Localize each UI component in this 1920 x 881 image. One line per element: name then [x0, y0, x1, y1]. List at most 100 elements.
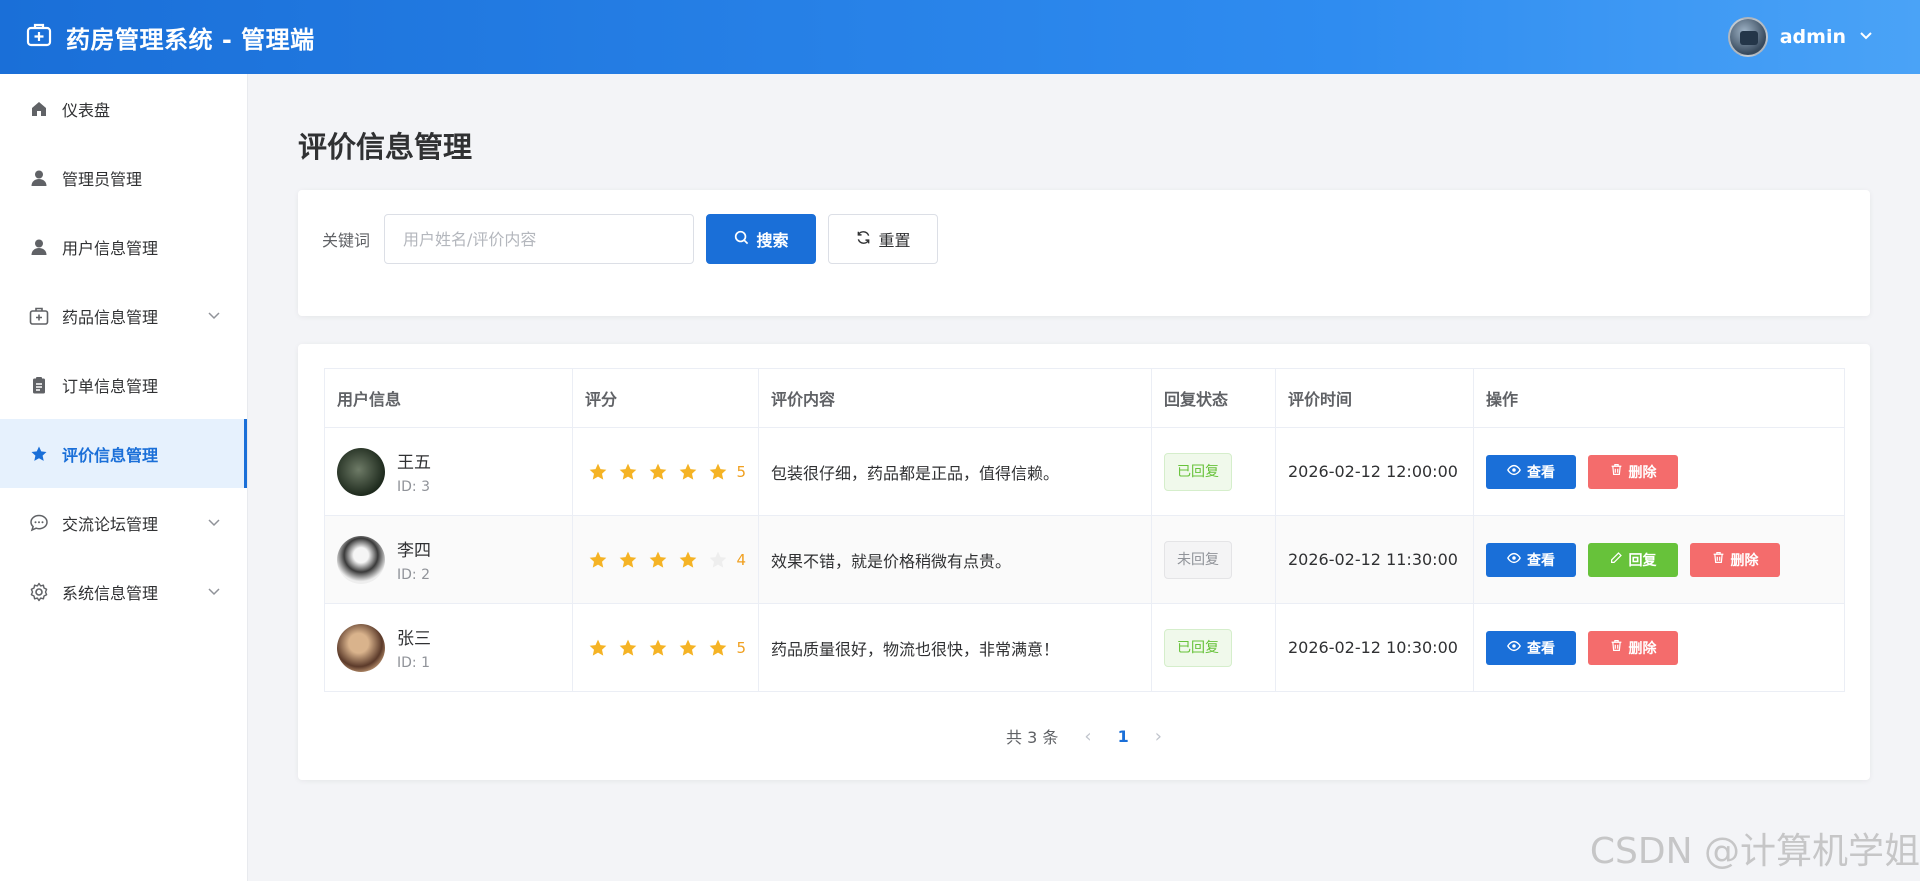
prev-page-icon[interactable]: ‹ — [1084, 726, 1091, 747]
user-name: 李四 — [397, 541, 431, 561]
avatar[interactable] — [1727, 17, 1768, 57]
sidebar-item-reviews[interactable]: 评价信息管理 — [0, 419, 247, 488]
brand: 药房管理系统 - 管理端 — [26, 20, 315, 55]
sidebar-item-orders[interactable]: 订单信息管理 — [0, 350, 247, 419]
review-content: 效果不错，就是价格稍微有点贵。 — [758, 515, 1152, 604]
rating-stars: 5 — [585, 635, 746, 661]
reply-button-label: 回复 — [1628, 552, 1657, 569]
eye-icon — [1507, 463, 1521, 481]
clipboard-icon — [28, 374, 50, 396]
sidebar-item-label: 仪表盘 — [62, 100, 111, 120]
medkit-icon — [26, 22, 52, 52]
rating-stars: 5 — [585, 459, 746, 485]
user-name: 张三 — [397, 629, 431, 649]
trash-icon — [1712, 551, 1725, 568]
review-time: 2026-02-12 12:00:00 — [1275, 427, 1474, 516]
pagination-total: 共 3 条 — [1006, 728, 1059, 747]
delete-button[interactable]: 删除 — [1588, 454, 1678, 489]
column-header: 评分 — [572, 368, 759, 428]
sidebar-item-label: 系统信息管理 — [62, 583, 159, 603]
user-id: ID: 1 — [397, 655, 430, 671]
star-filled-icon — [675, 459, 701, 485]
top-header: 药房管理系统 - 管理端 admin — [0, 0, 1920, 74]
search-button[interactable]: 搜索 — [706, 214, 817, 264]
sidebar-item-admins[interactable]: 管理员管理 — [0, 143, 247, 212]
review-content: 药品质量很好，物流也很快，非常满意！ — [758, 603, 1152, 692]
star-filled-icon — [615, 547, 641, 573]
refresh-icon — [856, 230, 871, 249]
star-filled-icon — [615, 459, 641, 485]
sidebar-item-forum[interactable]: 交流论坛管理 — [0, 488, 247, 557]
trash-icon — [1610, 463, 1623, 480]
edit-icon — [1610, 551, 1623, 568]
sidebar-item-label: 评价信息管理 — [62, 445, 159, 465]
column-header: 评价内容 — [758, 368, 1152, 428]
column-header: 回复状态 — [1151, 368, 1276, 428]
reviews-table-panel: 用户信息 评分 评价内容 回复状态 评价时间 操作 王五 ID: 3 5 包装很… — [298, 344, 1870, 780]
sidebar: 仪表盘 管理员管理 用户信息管理 药品信息管理 订单信息管理 评价信息管理 交流… — [0, 74, 248, 881]
rating-stars: 4 — [585, 547, 746, 573]
username[interactable]: admin — [1780, 26, 1846, 48]
keyword-label: 关键词 — [322, 231, 371, 250]
star-icon — [28, 443, 50, 465]
trash-icon — [1610, 639, 1623, 656]
view-button[interactable]: 查看 — [1486, 630, 1576, 665]
view-button-label: 查看 — [1527, 640, 1555, 657]
star-filled-icon — [615, 635, 641, 661]
page-number-current[interactable]: 1 — [1118, 727, 1129, 746]
eye-icon — [1507, 639, 1521, 657]
status-badge: 已回复 — [1164, 452, 1232, 491]
view-button[interactable]: 查看 — [1486, 454, 1576, 489]
review-time: 2026-02-12 11:30:00 — [1275, 515, 1474, 604]
sidebar-item-dashboard[interactable]: 仪表盘 — [0, 74, 247, 143]
avatar — [337, 447, 385, 496]
reply-button[interactable]: 回复 — [1588, 542, 1678, 577]
avatar — [337, 623, 385, 672]
watermark: CSDN @计算机学姐 — [1589, 831, 1920, 872]
medkit-icon — [28, 305, 50, 327]
chevron-down-icon[interactable] — [207, 583, 221, 602]
sidebar-item-users[interactable]: 用户信息管理 — [0, 212, 247, 281]
status-badge: 未回复 — [1164, 540, 1232, 579]
star-filled-icon — [705, 459, 731, 485]
user-menu[interactable]: admin — [1727, 17, 1874, 57]
search-input[interactable] — [384, 214, 695, 264]
reset-button[interactable]: 重置 — [828, 214, 939, 264]
status-badge: 已回复 — [1164, 628, 1232, 667]
delete-button[interactable]: 删除 — [1588, 630, 1678, 665]
star-filled-icon — [645, 459, 671, 485]
search-panel: 关键词 搜索 重置 — [298, 190, 1870, 316]
gear-icon — [28, 581, 50, 603]
review-time: 2026-02-12 10:30:00 — [1275, 603, 1474, 692]
star-filled-icon — [645, 635, 671, 661]
star-filled-icon — [585, 547, 611, 573]
eye-icon — [1507, 551, 1521, 569]
star-filled-icon — [585, 635, 611, 661]
star-filled-icon — [705, 635, 731, 661]
sidebar-item-system[interactable]: 系统信息管理 — [0, 557, 247, 626]
table-row: 李四 ID: 2 4 效果不错，就是价格稍微有点贵。 未回复 2026-02-1… — [324, 515, 1845, 604]
review-content: 包装很仔细，药品都是正品，值得信赖。 — [758, 427, 1152, 516]
user-icon — [28, 167, 50, 189]
search-button-label: 搜索 — [756, 231, 789, 250]
user-id: ID: 3 — [397, 479, 430, 495]
next-page-icon[interactable]: › — [1155, 726, 1162, 747]
reviews-table: 用户信息 评分 评价内容 回复状态 评价时间 操作 王五 ID: 3 5 包装很… — [324, 368, 1845, 692]
delete-button[interactable]: 删除 — [1690, 542, 1780, 577]
table-header-row: 用户信息 评分 评价内容 回复状态 评价时间 操作 — [324, 368, 1845, 428]
home-icon — [28, 98, 50, 120]
rating-score: 5 — [736, 462, 746, 481]
sidebar-item-label: 药品信息管理 — [62, 307, 159, 327]
star-empty-icon — [705, 547, 731, 573]
chevron-down-icon[interactable] — [207, 307, 221, 326]
view-button-label: 查看 — [1527, 552, 1555, 569]
view-button[interactable]: 查看 — [1486, 542, 1576, 577]
sidebar-item-medicines[interactable]: 药品信息管理 — [0, 281, 247, 350]
star-filled-icon — [585, 459, 611, 485]
sidebar-item-label: 交流论坛管理 — [62, 514, 159, 534]
sidebar-item-label: 订单信息管理 — [62, 376, 159, 396]
sidebar-item-label: 用户信息管理 — [62, 238, 159, 258]
chevron-down-icon[interactable] — [207, 514, 221, 533]
delete-button-label: 删除 — [1628, 464, 1657, 481]
chevron-down-icon[interactable] — [1858, 27, 1874, 47]
